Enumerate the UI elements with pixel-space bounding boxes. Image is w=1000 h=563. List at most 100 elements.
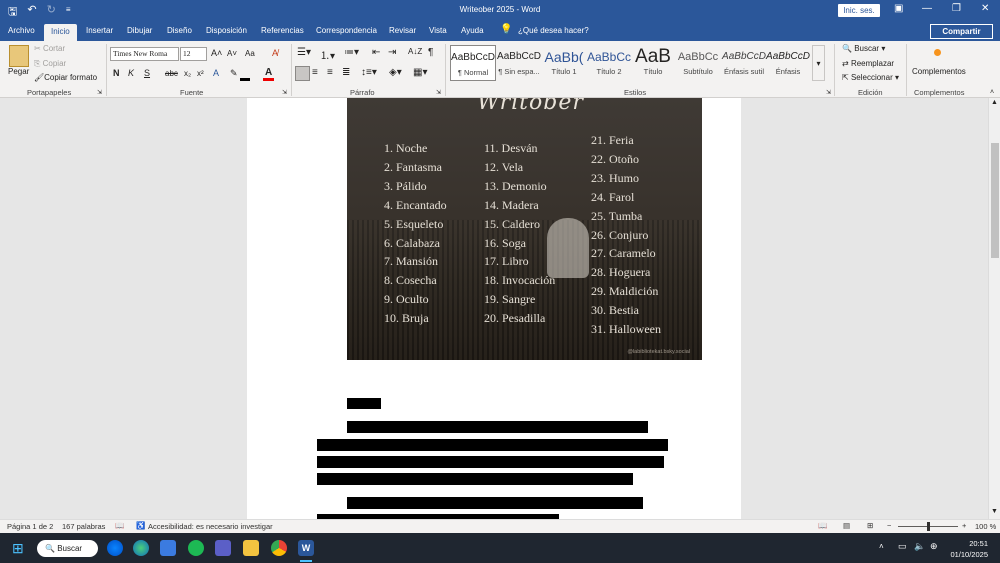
accessibility-status[interactable]: Accesibilidad: es necesario investigar: [148, 522, 273, 531]
find-button[interactable]: 🔍 Buscar ▾: [842, 44, 885, 53]
word-count[interactable]: 167 palabras: [62, 522, 105, 531]
addins-button[interactable]: Complementos: [912, 67, 966, 76]
styles-more-icon[interactable]: ▾: [812, 45, 825, 81]
volume-icon[interactable]: 🔈: [914, 541, 925, 552]
style-subtitle[interactable]: AaBbCc Subtítulo: [674, 45, 722, 81]
proofing-icon[interactable]: 📖: [115, 521, 124, 530]
store-icon[interactable]: [160, 540, 176, 556]
tab-correspondencia[interactable]: Correspondencia: [316, 26, 377, 35]
select-button[interactable]: ⇱ Seleccionar ▾: [842, 73, 899, 82]
page-count[interactable]: Página 1 de 2: [7, 522, 53, 531]
tab-ayuda[interactable]: Ayuda: [461, 26, 484, 35]
superscript-icon[interactable]: x²: [197, 69, 204, 78]
font-color-icon[interactable]: A: [265, 67, 272, 78]
font-launcher-icon[interactable]: ⇲: [282, 89, 287, 96]
paragraph-launcher-icon[interactable]: ⇲: [436, 89, 441, 96]
customize-qat-icon[interactable]: ≡: [66, 5, 71, 22]
multilevel-list-icon[interactable]: ≔▾: [344, 47, 359, 58]
file-explorer-icon[interactable]: [243, 540, 259, 556]
style-emphasis[interactable]: AaBbCcD Énfasis: [766, 45, 810, 81]
line-spacing-icon[interactable]: ↕≡▾: [361, 67, 377, 78]
addins-icon[interactable]: [934, 49, 941, 56]
font-name-input[interactable]: Times New Roma: [110, 47, 179, 61]
tab-inicio[interactable]: Inicio: [44, 24, 77, 41]
tab-vista[interactable]: Vista: [429, 26, 447, 35]
sign-in-button[interactable]: Inic. ses.: [838, 4, 880, 17]
increase-indent-icon[interactable]: ⇥: [388, 47, 396, 58]
tab-referencias[interactable]: Referencias: [261, 26, 304, 35]
word-icon[interactable]: W: [298, 540, 314, 556]
edge-icon[interactable]: [133, 540, 149, 556]
style-heading2[interactable]: AaBbCc Título 2: [586, 45, 632, 81]
page[interactable]: Writober 1. Noche 2. Fantasma 3. Pálido …: [247, 98, 741, 519]
redo-icon[interactable]: ↻: [47, 3, 56, 22]
close-button[interactable]: ✕: [981, 3, 989, 14]
cut-button[interactable]: ✂ Cortar: [34, 44, 65, 53]
network-icon[interactable]: ▭: [898, 541, 907, 552]
tab-revisar[interactable]: Revisar: [389, 26, 416, 35]
document-canvas[interactable]: Writober 1. Noche 2. Fantasma 3. Pálido …: [0, 98, 988, 519]
decrease-indent-icon[interactable]: ⇤: [372, 47, 380, 58]
tab-disposicion[interactable]: Disposición: [206, 26, 247, 35]
highlight-icon[interactable]: ✎: [230, 68, 238, 79]
italic-icon[interactable]: K: [128, 68, 134, 78]
numbering-icon[interactable]: ⒈▾: [320, 47, 335, 62]
borders-icon[interactable]: ▦▾: [413, 67, 427, 78]
zoom-level[interactable]: 100 %: [975, 522, 996, 531]
bold-icon[interactable]: N: [113, 68, 120, 78]
change-case-button[interactable]: Aa: [245, 49, 255, 58]
writober-image[interactable]: Writober 1. Noche 2. Fantasma 3. Pálido …: [347, 98, 702, 360]
scroll-thumb[interactable]: [991, 143, 999, 258]
shrink-font-icon[interactable]: A˅: [227, 49, 237, 58]
tab-dibujar[interactable]: Dibujar: [127, 26, 152, 35]
style-title[interactable]: AaB Título: [632, 45, 674, 81]
align-right-icon[interactable]: ≡: [327, 67, 333, 78]
read-mode-icon[interactable]: 📖: [818, 521, 827, 530]
show-hidden-icons[interactable]: ˄: [879, 542, 884, 551]
scroll-up-icon[interactable]: ▲: [991, 99, 998, 106]
font-size-input[interactable]: 12: [180, 47, 207, 61]
collapse-ribbon-icon[interactable]: ˄: [990, 89, 994, 96]
tell-me-search[interactable]: ¿Qué desea hacer?: [518, 26, 589, 35]
strikethrough-icon[interactable]: abc: [165, 69, 178, 78]
taskbar-search[interactable]: 🔍 Buscar: [37, 540, 98, 557]
tab-insertar[interactable]: Insertar: [86, 26, 113, 35]
zoom-out-icon[interactable]: −: [887, 521, 891, 530]
scroll-down-icon[interactable]: ▼: [991, 508, 998, 515]
show-formatting-icon[interactable]: ¶: [428, 47, 433, 58]
replace-button[interactable]: ⇄ Reemplazar: [842, 59, 894, 68]
style-heading1[interactable]: AaBb(Título 1: [542, 45, 586, 81]
web-layout-icon[interactable]: ⊞: [867, 521, 873, 530]
text-effects-icon[interactable]: A: [213, 68, 219, 78]
paste-button[interactable]: Pegar: [8, 67, 29, 76]
undo-icon[interactable]: ↶: [27, 3, 36, 22]
style-subtle-emphasis[interactable]: AaBbCcD Énfasis sutil: [722, 45, 766, 81]
share-button[interactable]: Compartir: [930, 24, 993, 39]
shading-icon[interactable]: ◈▾: [389, 67, 402, 78]
paste-icon[interactable]: [9, 45, 29, 67]
teams-icon[interactable]: [215, 540, 231, 556]
underline-icon[interactable]: S: [144, 68, 150, 78]
clock[interactable]: 20:51 01/10/2025: [950, 538, 988, 560]
clear-formatting-icon[interactable]: A̸: [272, 48, 278, 58]
tab-archivo[interactable]: Archivo: [8, 26, 35, 35]
zoom-in-icon[interactable]: +: [962, 521, 966, 530]
windows-start-icon[interactable]: ⊞: [12, 540, 24, 557]
align-left-icon[interactable]: [295, 66, 310, 81]
justify-icon[interactable]: ≣: [342, 67, 350, 78]
style-normal[interactable]: AaBbCcD ¶ Normal: [450, 45, 496, 81]
vertical-scrollbar[interactable]: ▲ ▼: [988, 98, 1000, 519]
save-icon[interactable]: 🖫: [8, 3, 17, 22]
styles-launcher-icon[interactable]: ⇲: [826, 89, 831, 96]
print-layout-icon[interactable]: ▤: [843, 521, 850, 530]
copy-button[interactable]: ⎘ Copiar: [34, 59, 66, 69]
spotify-icon[interactable]: [188, 540, 204, 556]
tab-diseno[interactable]: Diseño: [167, 26, 192, 35]
align-center-icon[interactable]: ≡: [312, 67, 318, 78]
copilot-icon[interactable]: [107, 540, 123, 556]
maximize-button[interactable]: ❐: [952, 3, 961, 14]
ribbon-display-icon[interactable]: ▣: [894, 3, 903, 14]
battery-icon[interactable]: ⊕: [930, 541, 938, 552]
sort-icon[interactable]: A↓Z: [408, 47, 422, 56]
bullets-icon[interactable]: ☰▾: [297, 47, 311, 58]
